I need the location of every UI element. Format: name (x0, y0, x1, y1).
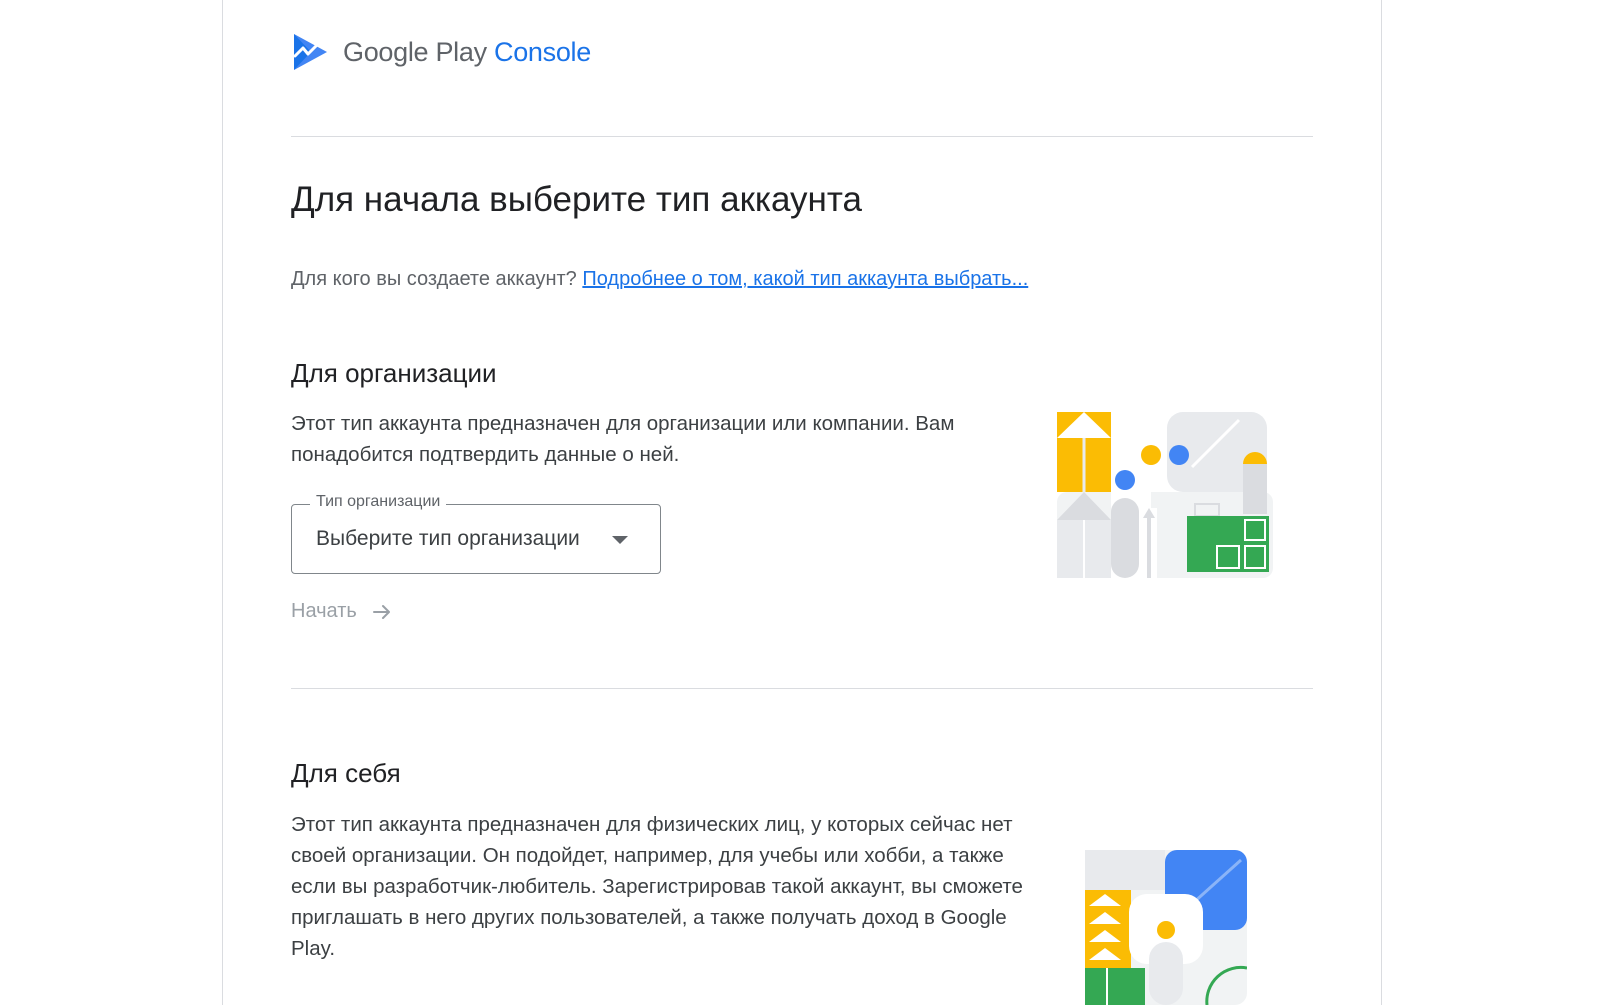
logo-product: Console (494, 36, 591, 67)
arrow-right-icon (372, 604, 390, 619)
main-panel: Google Play Console Для начала выберите … (222, 0, 1382, 1005)
play-console-logo[interactable]: Google Play Console (291, 32, 591, 72)
start-button-label: Начать (291, 600, 357, 622)
logo-brand: Google Play (343, 36, 487, 67)
dropdown-arrow-icon (612, 536, 628, 544)
organization-description: Этот тип аккаунта предназначен для орган… (291, 412, 955, 466)
personal-section-title: Для себя (291, 758, 401, 788)
organization-section-title: Для организации (291, 358, 497, 388)
logo-wordmark: Google Play Console (343, 37, 591, 68)
header-divider (291, 136, 1313, 137)
personal-illustration (1085, 850, 1247, 1005)
intro-question: Для кого вы создаете аккаунт? (291, 268, 577, 290)
account-type-help-link[interactable]: Подробнее о том, какой тип аккаунта выбр… (582, 268, 1028, 290)
organization-type-value: Выберите тип организации (316, 527, 580, 550)
organization-type-select[interactable]: Тип организации Выберите тип организации (291, 493, 661, 574)
intro-line: Для кого вы создаете аккаунт? Подробнее … (291, 268, 1028, 291)
page-title: Для начала выберите тип аккаунта (291, 180, 862, 219)
play-console-logo-icon (293, 34, 327, 70)
start-button[interactable]: Начать (291, 600, 393, 623)
personal-description: Этот тип аккаунта предназначен для физич… (291, 813, 1023, 960)
organization-type-label: Тип организации (310, 493, 447, 511)
organization-illustration (1057, 412, 1273, 578)
section-divider (291, 688, 1313, 689)
